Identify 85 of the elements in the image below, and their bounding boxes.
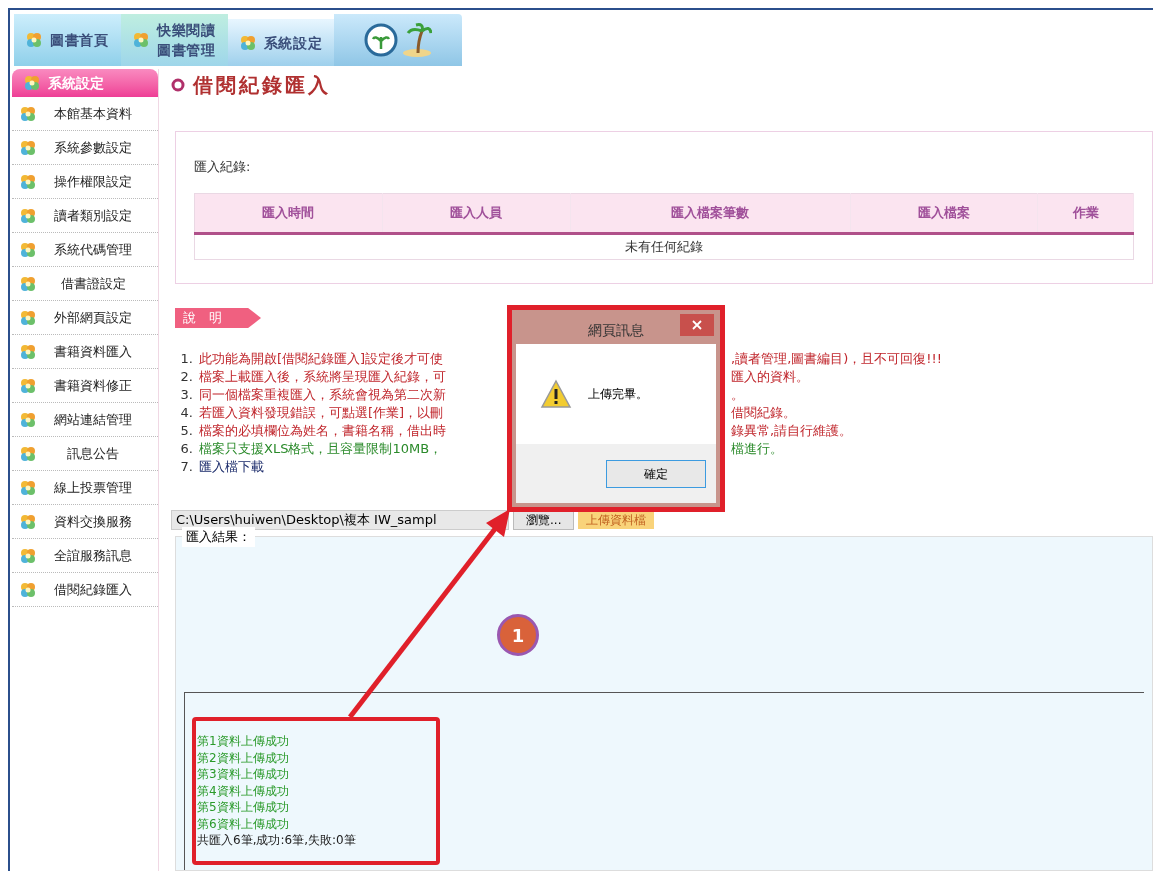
flower-icon: [24, 75, 40, 91]
column-header: 作業: [1037, 193, 1134, 234]
browse-button[interactable]: 瀏覽...: [513, 510, 575, 530]
sidebar-item[interactable]: 網站連結管理: [12, 403, 158, 437]
note-number: 5.: [179, 422, 193, 440]
close-icon: [692, 320, 702, 330]
column-header: 匯入時間: [194, 193, 383, 234]
sidebar-item[interactable]: 讀者類別設定: [12, 199, 158, 233]
flower-icon: [20, 343, 36, 360]
sidebar-item[interactable]: 資料交換服務: [12, 505, 158, 539]
note-number: 6.: [179, 440, 193, 458]
result-line: 第3資料上傳成功: [197, 766, 290, 783]
sidebar-item[interactable]: 全誼服務訊息: [12, 539, 158, 573]
note-text: 。: [731, 386, 744, 404]
sidebar-item[interactable]: 書籍資料匯入: [12, 335, 158, 369]
sidebar-item[interactable]: 書籍資料修正: [12, 369, 158, 403]
flower-icon: [20, 581, 36, 598]
nav-tab[interactable]: 圖書首頁: [14, 14, 121, 66]
flower-icon: [20, 173, 36, 190]
result-line: 第4資料上傳成功: [197, 782, 290, 799]
result-line: 第6資料上傳成功: [197, 815, 290, 832]
dialog-title: 網頁訊息: [587, 320, 645, 340]
flower-icon: [20, 275, 36, 292]
results-label: 匯入結果：: [182, 527, 255, 547]
sidebar-item[interactable]: 借書證設定: [12, 267, 158, 301]
note-number: 7.: [179, 458, 193, 476]
flower-icon: [20, 377, 36, 394]
flower-icon: [20, 241, 36, 258]
note-text: 匯入的資料。: [731, 368, 809, 386]
sidebar-item[interactable]: 借閱紀錄匯入: [12, 573, 158, 607]
flower-icon: [20, 411, 36, 428]
sidebar-item[interactable]: 系統代碼管理: [12, 233, 158, 267]
flower-icon: [20, 105, 36, 122]
result-line: 第2資料上傳成功: [197, 749, 290, 766]
result-line: 共匯入6筆,成功:6筆,失敗:0筆: [197, 832, 357, 849]
note-number: 2.: [179, 368, 193, 386]
page-title: 借閱紀錄匯入: [193, 72, 331, 99]
note-text: 檔案只支援XLS格式，且容量限制10MB，: [199, 440, 444, 458]
sidebar-item[interactable]: 線上投票管理: [12, 471, 158, 505]
ring-icon: [171, 78, 185, 92]
sidebar-item[interactable]: 訊息公告: [12, 437, 158, 471]
ok-button[interactable]: 確定: [606, 459, 706, 488]
note-text: 檔案上載匯入後，系統將呈現匯入紀錄，可: [199, 368, 447, 386]
note-text: 檔案的必填欄位為姓名，書籍名稱，借出時: [199, 422, 447, 440]
flower-icon: [20, 309, 36, 326]
palm-tree-icon: [402, 23, 433, 57]
flower-icon: [20, 139, 36, 156]
dialog-message: 上傳完畢。: [588, 386, 648, 403]
note-text: ,讀者管理,圖書編目)，且不可回復!!!: [731, 350, 942, 368]
flower-icon: [20, 479, 36, 496]
result-line: 第5資料上傳成功: [197, 799, 290, 816]
nav-tab[interactable]: 快樂閱讀 圖書管理: [120, 14, 228, 66]
file-path-field[interactable]: C:\Users\huiwen\Desktop\複本 IW_sampl: [171, 510, 509, 530]
records-label: 匯入紀錄:: [194, 159, 251, 174]
note-number: 1.: [179, 350, 193, 368]
note-text: 錄異常,請自行維護。: [731, 422, 853, 440]
note-text: 借閱紀錄。: [731, 404, 796, 422]
sidebar-item[interactable]: 系統參數設定: [12, 131, 158, 165]
warning-icon: [540, 379, 572, 409]
note-text: 檔進行。: [731, 440, 783, 458]
nav-tab[interactable]: 系統設定: [227, 19, 335, 66]
note-text: 同一個檔案重複匯入，系統會視為第二次新: [199, 386, 447, 404]
column-header: 匯入檔案: [850, 193, 1038, 234]
sidebar-item[interactable]: 操作權限設定: [12, 165, 158, 199]
flower-icon: [132, 32, 149, 48]
flower-icon: [20, 547, 36, 564]
notes-badge: 說 明: [175, 308, 261, 328]
sidebar-title: 系統設定: [48, 73, 104, 93]
column-header: 匯入人員: [382, 193, 571, 234]
note-number: 4.: [179, 404, 193, 422]
close-button[interactable]: [680, 314, 714, 336]
flower-icon: [239, 34, 256, 51]
flower-icon: [20, 445, 36, 462]
sidebar-item[interactable]: 本館基本資料: [12, 97, 158, 131]
note-text: 若匯入資料發現錯誤，可點選[作業]，以刪: [199, 404, 445, 422]
flower-icon: [20, 513, 36, 530]
sidebar-item[interactable]: 外部網頁設定: [12, 301, 158, 335]
note-number: 3.: [179, 386, 193, 404]
column-header: 匯入檔案筆數: [570, 193, 850, 234]
flower-icon: [20, 207, 36, 224]
result-line: 第1資料上傳成功: [197, 733, 290, 750]
note-text: 此功能為開啟[借閱紀錄匯入]設定後才可使: [199, 350, 445, 368]
emblem-icon: [364, 23, 399, 57]
empty-message: 未有任何紀錄: [625, 239, 703, 255]
download-link[interactable]: 匯入檔下載: [199, 458, 264, 476]
